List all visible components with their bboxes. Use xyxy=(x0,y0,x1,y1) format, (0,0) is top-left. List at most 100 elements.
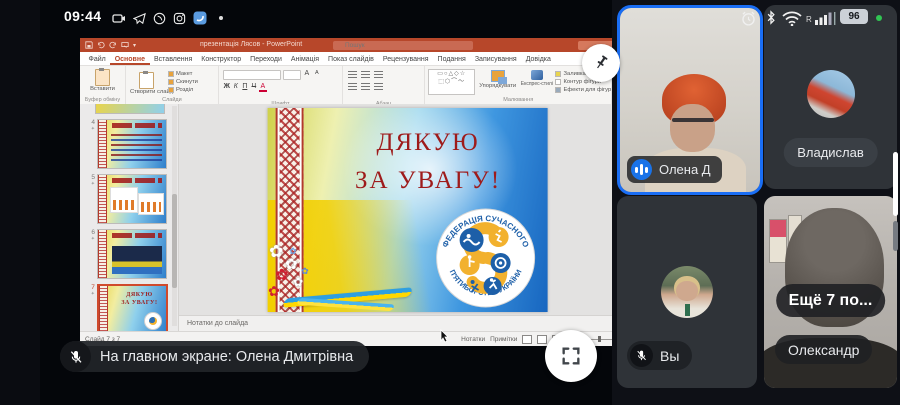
ribbon: Вставити Буфер обміну Створити слайд Мак… xyxy=(80,66,652,105)
save-icon[interactable] xyxy=(85,41,93,49)
tab-view[interactable]: Подання xyxy=(433,56,470,65)
flower-icon: ✿ xyxy=(293,276,303,288)
pin-presentation-button[interactable] xyxy=(582,44,620,82)
thumbnail-image xyxy=(97,229,167,279)
animation-star-icon: ✦ xyxy=(84,126,95,132)
tab-animations[interactable]: Анімація xyxy=(286,56,323,65)
grow-font-icon[interactable]: A xyxy=(303,70,311,80)
slide-number: 7 xyxy=(91,284,95,291)
tab-design[interactable]: Конструктор xyxy=(197,56,246,65)
tab-help[interactable]: Довідка xyxy=(521,56,555,65)
slide-sorter-icon[interactable] xyxy=(537,335,547,344)
ribbon-tabs: Файл Основне Вставлення Конструктор Пере… xyxy=(80,52,652,66)
slide-canvas[interactable]: ДЯКУЮ ЗА УВАГУ! ✿ ✿ ✿ ✿ ✿ ✿ ✿ xyxy=(267,108,547,312)
participant-name: Вы xyxy=(660,348,679,364)
notes-pane[interactable]: Нотатки до слайда xyxy=(179,315,652,332)
pushpin-icon xyxy=(592,54,610,72)
animation-star-icon: ✦ xyxy=(84,181,95,187)
flower-icon: ✿ xyxy=(301,267,309,276)
more-participants-button[interactable]: Ещё 7 по... xyxy=(776,284,886,317)
start-slideshow-icon[interactable] xyxy=(121,41,129,49)
align-right-icon[interactable] xyxy=(374,82,383,90)
thumbnail-slide-3-partial[interactable] xyxy=(95,104,165,114)
screen-share-banner: На главном экране: Олена Дмитрівна xyxy=(60,341,369,372)
thumbnail-slide-5[interactable]: 5✦ xyxy=(84,174,168,224)
mic-off-icon xyxy=(635,349,648,362)
new-slide-icon xyxy=(139,72,154,89)
paste-button[interactable]: Вставити xyxy=(80,69,125,92)
participant-tile-you[interactable]: Вы xyxy=(617,196,757,388)
tab-home[interactable]: Основне xyxy=(110,56,149,65)
status-green-dot xyxy=(876,15,882,21)
participant-name: Олександр xyxy=(788,342,859,358)
participant-name: Владислав xyxy=(797,145,864,160)
underline-button[interactable]: П xyxy=(241,83,249,92)
indent-icon[interactable] xyxy=(374,70,383,78)
flower-icon: ✿ xyxy=(269,243,283,260)
flower-icon: ✿ xyxy=(289,247,297,256)
status-time: 09:44 xyxy=(64,8,101,24)
thumbnail-scrollbar[interactable] xyxy=(172,106,177,326)
font-color-icon[interactable]: A xyxy=(259,83,267,92)
panel-scrollbar-secondary[interactable] xyxy=(893,221,898,251)
comments-toggle[interactable]: Примітки xyxy=(490,336,517,343)
section-button[interactable]: Розділ xyxy=(168,87,198,93)
bullets-icon[interactable] xyxy=(348,70,357,78)
redo-icon[interactable] xyxy=(109,41,117,49)
fullscreen-button[interactable] xyxy=(545,330,597,382)
tab-review[interactable]: Рецензування xyxy=(378,56,433,65)
italic-button[interactable]: К xyxy=(232,83,240,92)
tab-insert[interactable]: Вставлення xyxy=(150,56,197,65)
thumbnail-slide-7-selected[interactable]: 7✦ ДЯКУЮЗА УВАГУ! xyxy=(84,284,168,332)
tab-slideshow[interactable]: Показ слайдів xyxy=(324,56,379,65)
numbering-icon[interactable] xyxy=(361,70,370,78)
viber-icon xyxy=(153,12,166,25)
font-size-box[interactable] xyxy=(283,70,301,80)
paragraph-group: Абзац xyxy=(343,66,425,108)
tab-transitions[interactable]: Переходи xyxy=(246,56,287,65)
slides-group: Створити слайд Макет Скинути Розділ Слай… xyxy=(126,66,219,104)
undo-icon[interactable] xyxy=(97,41,105,49)
panel-scrollbar[interactable] xyxy=(893,152,898,216)
reset-button[interactable]: Скинути xyxy=(168,79,198,85)
notification-icons xyxy=(112,11,207,25)
normal-view-icon[interactable] xyxy=(522,335,532,344)
participants-panel: Олена Д Владислав Вы Ещё 7 по... Олексан… xyxy=(612,0,900,405)
thumbnail-slide-6[interactable]: 6✦ xyxy=(84,229,168,279)
shape-fill-icon xyxy=(555,71,561,77)
shrink-font-icon[interactable]: A xyxy=(313,70,321,80)
shape-effects-button[interactable]: Ефекти для фігур xyxy=(555,87,611,93)
align-left-icon[interactable] xyxy=(348,82,357,90)
font-name-box[interactable] xyxy=(223,70,281,80)
tab-record[interactable]: Записування xyxy=(470,56,521,65)
strikethrough-button[interactable]: Ч xyxy=(250,83,258,92)
qat-dropdown-icon[interactable]: ▾ xyxy=(133,42,136,49)
participant-name: Олена Д xyxy=(659,162,711,177)
tab-file[interactable]: Файл xyxy=(84,56,110,65)
slide-editor-area: ДЯКУЮ ЗА УВАГУ! ✿ ✿ ✿ ✿ ✿ ✿ ✿ xyxy=(179,104,652,332)
muted-indicator xyxy=(630,344,653,367)
arrange-icon xyxy=(491,70,505,82)
thumbnail-slide-4[interactable]: 4✦ xyxy=(84,119,168,169)
notes-toggle[interactable]: Нотатки xyxy=(461,336,485,343)
participant-tile-vladyslav[interactable]: Владислав xyxy=(764,5,897,189)
banner-text: На главном экране: Олена Дмитрівна xyxy=(100,349,353,365)
svg-text:R: R xyxy=(806,15,812,24)
participant-tile-oleksandr[interactable]: Ещё 7 по... Олександр xyxy=(764,196,897,388)
shapes-gallery[interactable]: ▭○△◇☆ ⬚⬡⌒〜 xyxy=(428,69,475,95)
name-pill: Владислав xyxy=(783,138,878,167)
clipboard-group: Вставити Буфер обміну xyxy=(80,66,126,104)
search-input[interactable] xyxy=(333,41,473,50)
slide-number: 4 xyxy=(91,119,95,126)
camera-notification-icon xyxy=(112,12,126,24)
app-notification-icon xyxy=(193,11,207,25)
battery-indicator: 96 xyxy=(840,9,868,24)
bold-button[interactable]: Ж xyxy=(223,83,231,92)
slide-number: 6 xyxy=(91,229,95,236)
participant-tile-olena[interactable]: Олена Д xyxy=(617,5,763,195)
align-center-icon[interactable] xyxy=(361,82,370,90)
name-pill: Олена Д xyxy=(627,156,722,183)
slide-thumbnail-panel: 4✦ 5✦ 6✦ 7✦ xyxy=(80,104,179,332)
layout-button[interactable]: Макет xyxy=(168,71,198,77)
powerpoint-window: ▾ презентація Лясов - PowerPoint ⌕ —▢✕ Ф… xyxy=(80,38,652,346)
